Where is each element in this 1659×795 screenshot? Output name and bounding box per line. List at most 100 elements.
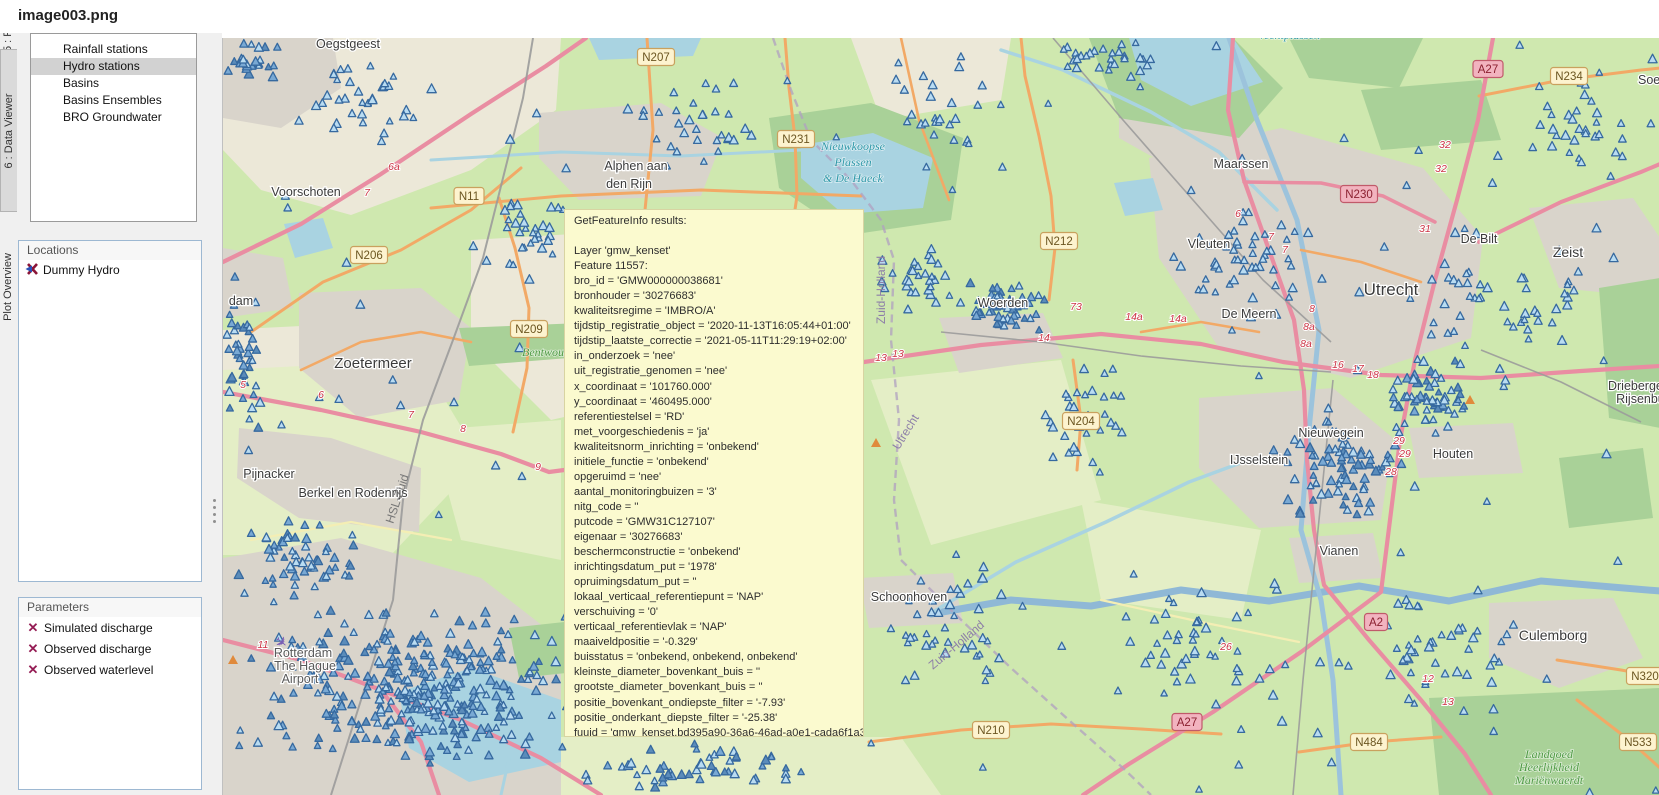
layer-list-item[interactable]: Basins Ensembles [31, 92, 196, 109]
locations-list: Dummy Hydro [19, 260, 201, 281]
getfeatureinfo-tooltip: GetFeatureInfo results:Layer 'gmw_kenset… [564, 209, 864, 737]
exit-number-label: 6a [388, 161, 400, 173]
parameters-header: Parameters [19, 598, 201, 617]
vertical-tab-data-viewer[interactable]: 6 : Data Viewer [0, 49, 17, 212]
tooltip-line: in_onderzoek = 'nee' [574, 350, 863, 365]
tooltip-line: kwaliteitsnorm_inrichting = 'onbekend' [574, 441, 863, 456]
road-shield: N230 [1341, 186, 1378, 203]
tooltip-line: nitg_code = '' [574, 501, 863, 516]
layer-list-item[interactable]: Basins [31, 75, 196, 92]
exit-number-label: 11 [258, 639, 269, 651]
area-label: Zuid-Holland [874, 256, 888, 324]
nature-label: & De Haeck [823, 171, 884, 185]
exit-number-label: 8a [1303, 321, 1315, 333]
nature-label: Plassen [833, 155, 871, 169]
red-x-icon: ✕ [26, 617, 40, 638]
panel-splitter[interactable] [202, 33, 222, 795]
svg-text:N210: N210 [977, 725, 1005, 737]
road-shield: N484 [1351, 734, 1388, 751]
svg-text:N11: N11 [459, 191, 479, 203]
parameters-list: ✕ Simulated discharge ✕Observed discharge✕… [19, 617, 201, 680]
exit-number-label: 6 [318, 389, 324, 401]
map-canvas[interactable]: 76a567891313147314a14a16171867788a8a3232… [222, 38, 1659, 795]
layer-list-panel: Rainfall stationsHydro stationsBasinsBas… [30, 33, 197, 222]
tooltip-line: verschuiving = '0' [574, 606, 863, 621]
city-label: Alphen aan [604, 159, 667, 173]
svg-text:A2: A2 [1369, 617, 1383, 629]
tooltip-line: lokaal_verticaal_referentiepunt = 'NAP' [574, 591, 863, 606]
vertical-tab-plot-overview[interactable]: Plot Overview [0, 222, 16, 352]
nature-label: Mariënwaerdt [1514, 773, 1584, 787]
red-x-icon: ✕ [26, 659, 40, 680]
nature-label: Nieuwkoopse [820, 139, 886, 153]
location-list-item[interactable]: Dummy Hydro [19, 260, 201, 281]
city-label: Nieuwegein [1298, 426, 1363, 440]
road-shield: N206 [351, 247, 388, 264]
city-label: Houten [1433, 447, 1473, 461]
road-shield: A2 [1365, 614, 1388, 631]
layer-list-item[interactable]: Rainfall stations [31, 41, 196, 58]
layer-list-item[interactable]: Hydro stations [31, 58, 196, 75]
svg-text:N209: N209 [515, 324, 543, 336]
city-label: Voorschoten [271, 185, 341, 199]
tooltip-line: opgeruimd = 'nee' [574, 471, 863, 486]
city-label: Driebergen- [1608, 379, 1659, 393]
exit-number-label: 9 [535, 461, 541, 473]
exit-number-label: 13 [875, 352, 887, 364]
city-label: Pijnacker [243, 467, 294, 481]
exit-number-label: 32 [1439, 139, 1451, 151]
exit-number-label: 13 [1442, 696, 1454, 708]
exit-number-label: 26 [1219, 641, 1232, 653]
tooltip-line: positie_onderkant_diepste_filter = '-25.… [574, 712, 863, 727]
parameter-list-item[interactable]: ✕ Simulated discharge [19, 617, 201, 638]
exit-number-label: 18 [1367, 369, 1379, 381]
exit-number-label: 32 [1435, 163, 1447, 175]
parameter-list-item[interactable]: ✕Observed discharge [19, 638, 201, 659]
layer-list-item[interactable]: BRO Groundwater [31, 109, 196, 126]
exit-number-label: 31 [1419, 223, 1431, 235]
tooltip-line: y_coordinaat = '460495.000' [574, 396, 863, 411]
parameter-label: Observed waterlevel [44, 663, 153, 677]
exit-number-label: 8 [460, 423, 466, 435]
tooltip-line: fuuid = 'gmw_kenset.bd395a90-36a6-46ad-a… [574, 727, 863, 737]
exit-number-label: 17 [1352, 363, 1365, 375]
nature-label: Landgoed [1524, 747, 1574, 761]
city-label: Soest [1638, 73, 1659, 87]
parameter-list-item[interactable]: ✕ Observed waterlevel [19, 659, 201, 680]
exit-number-label: 13 [892, 348, 904, 360]
exit-number-label: 16 [1332, 359, 1344, 371]
parameter-label: Simulated discharge [44, 621, 153, 635]
nature-label: Heerlijkheid [1518, 760, 1580, 774]
exit-number-label: 28 [1384, 466, 1397, 478]
road-shield: N231 [778, 131, 815, 148]
city-label: IJsselstein [1230, 453, 1288, 467]
tooltip-line: inrichtingsdatum_put = '1978' [574, 561, 863, 576]
vertical-tab-5[interactable]: 5 : F [0, 33, 16, 49]
locations-panel: Locations Dummy Hydro [18, 240, 202, 582]
road-shield: N209 [511, 321, 548, 338]
road-shield: N210 [973, 722, 1010, 739]
city-label: De Bilt [1461, 232, 1498, 246]
tooltip-line: verticaal_referentievlak = 'NAP' [574, 621, 863, 636]
tooltip-line: maaiveldpositie = '-0.329' [574, 636, 863, 651]
application-window: image003.png 5 : F 6 : Data Viewer Plot … [0, 0, 1659, 795]
svg-text:N212: N212 [1045, 236, 1073, 248]
city-label: The Hague [274, 659, 336, 673]
tooltip-line: positie_bovenkant_ondiepste_filter = '-7… [574, 697, 863, 712]
tooltip-line: putcode = 'GMW31C127107' [574, 516, 863, 531]
exit-number-label: 12 [1422, 673, 1434, 685]
city-label: Zeist [1553, 244, 1583, 260]
tooltip-line: aantal_monitoringbuizen = '3' [574, 486, 863, 501]
exit-number-label: 8 [1309, 303, 1315, 315]
title-bar: image003.png [0, 0, 1659, 33]
exit-number-label: 14a [1169, 313, 1187, 325]
tooltip-line: bro_id = 'GMW000000038681' [574, 275, 863, 290]
tooltip-line: x_coordinaat = '101760.000' [574, 381, 863, 396]
svg-text:N231: N231 [782, 134, 810, 146]
parameters-panel: Parameters ✕Simulated discharge✕Observed… [18, 597, 202, 790]
exit-number-label: 14 [1038, 332, 1050, 344]
city-label: den Rijn [606, 177, 652, 191]
exit-number-label: 8a [1300, 338, 1312, 350]
exit-number-label: 29 [1392, 435, 1405, 447]
tooltip-line: met_voorgeschiedenis = 'ja' [574, 426, 863, 441]
